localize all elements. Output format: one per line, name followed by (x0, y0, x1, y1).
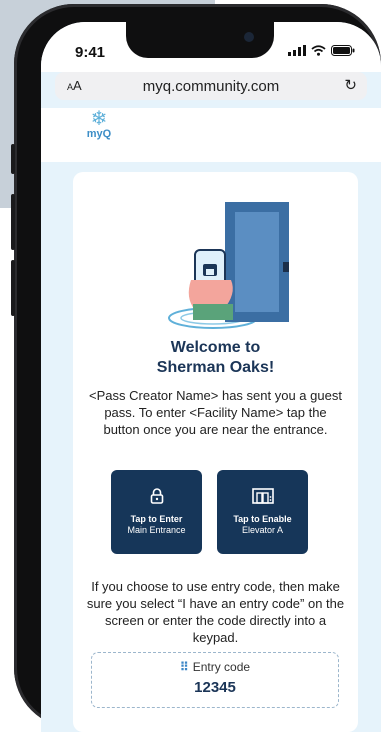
battery-icon (331, 45, 355, 56)
volume-down-button (11, 260, 15, 316)
entry-code-box: ⠿ Entry code 12345 (91, 652, 339, 708)
elevator-icon (217, 488, 308, 509)
entry-code-instructions: If you choose to use entry code, then ma… (86, 579, 345, 645)
status-icons (288, 45, 355, 56)
entry-code-value: 12345 (194, 679, 236, 696)
mute-switch (11, 144, 15, 174)
welcome-line-1: Welcome to (170, 339, 261, 356)
reload-icon[interactable]: ↻ (344, 76, 357, 94)
notch (126, 22, 274, 58)
logo-text: myQ (86, 128, 112, 140)
snowflake-icon: ❄ (90, 108, 108, 130)
site-header: ❄ myQ (41, 108, 381, 162)
elevator-a-button[interactable]: Tap to Enable Elevator A (217, 470, 308, 554)
signal-icon (288, 45, 306, 56)
main-entrance-line-1: Tap to Enter (130, 514, 183, 524)
volume-up-button (11, 194, 15, 250)
myq-logo[interactable]: ❄ myQ (84, 108, 114, 140)
main-entrance-line-2: Main Entrance (127, 525, 186, 535)
guest-pass-description: <Pass Creator Name> has sent you a guest… (89, 388, 342, 437)
welcome-heading: Welcome to Sherman Oaks! (73, 338, 358, 378)
status-time: 9:41 (75, 44, 106, 61)
keypad-icon: ⠿ (179, 660, 189, 674)
wifi-icon (311, 45, 326, 56)
entry-illustration (168, 202, 289, 329)
url-text[interactable]: myq.community.com (55, 78, 367, 95)
phone-frame: 9:41 AA myq.community.com ↻ ❄ myQ Welcom… (11, 4, 381, 732)
browser-address-bar[interactable]: AA myq.community.com ↻ (55, 72, 367, 100)
elevator-a-line-2: Elevator A (241, 525, 284, 535)
lock-icon (111, 488, 202, 509)
elevator-a-line-1: Tap to Enable (233, 514, 292, 524)
main-entrance-button[interactable]: Tap to Enter Main Entrance (111, 470, 202, 554)
phone-screen: 9:41 AA myq.community.com ↻ ❄ myQ Welcom… (41, 22, 381, 732)
entry-code-label: ⠿ Entry code (92, 660, 338, 674)
entry-code-label-text: Entry code (192, 660, 251, 674)
guest-pass-card: Welcome to Sherman Oaks! <Pass Creator N… (73, 172, 358, 732)
welcome-line-2: Sherman Oaks! (156, 359, 275, 376)
front-camera (244, 32, 254, 42)
